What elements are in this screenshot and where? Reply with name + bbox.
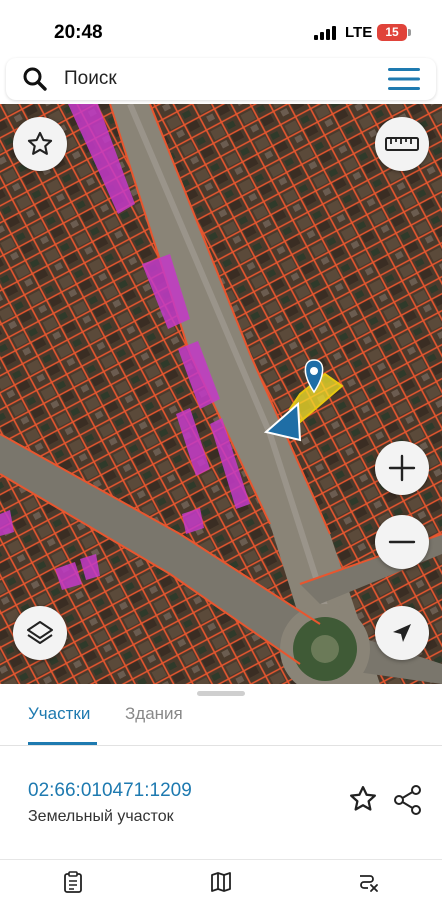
parcel-type: Земельный участок — [28, 808, 174, 825]
add-favorite-star-icon[interactable] — [348, 784, 378, 814]
clipboard-icon[interactable] — [61, 870, 85, 894]
status-time: 20:48 — [54, 22, 103, 43]
route-icon[interactable] — [356, 870, 380, 894]
signal-icon — [314, 26, 338, 40]
cadastral-number[interactable]: 02:66:010471:1209 — [28, 780, 192, 802]
battery-icon: 15 — [377, 24, 407, 41]
layers-button[interactable] — [13, 606, 67, 660]
hamburger-menu-icon[interactable] — [388, 68, 420, 90]
satellite-map[interactable] — [0, 104, 442, 684]
minus-icon — [388, 540, 416, 544]
share-icon[interactable] — [392, 784, 424, 816]
map-canvas[interactable] — [0, 104, 442, 684]
tab-plots[interactable]: Участки — [28, 704, 90, 724]
favorites-button[interactable] — [13, 117, 67, 171]
search-icon[interactable] — [22, 66, 48, 92]
star-icon — [27, 131, 53, 155]
sheet-drag-handle[interactable] — [197, 691, 245, 696]
divider — [0, 859, 442, 860]
status-bar: 20:48 LTE 15 — [0, 0, 442, 58]
tab-buildings[interactable]: Здания — [125, 704, 183, 724]
plus-icon — [388, 454, 416, 482]
ruler-icon — [385, 137, 419, 151]
tab-bar: Участки Здания — [0, 702, 442, 746]
locate-button[interactable] — [375, 606, 429, 660]
zoom-in-button[interactable] — [375, 441, 429, 495]
battery-cap — [408, 29, 411, 36]
navigation-arrow-icon — [393, 624, 411, 642]
search-input[interactable]: Поиск — [64, 68, 117, 90]
active-tab-indicator — [28, 742, 97, 745]
network-type: LTE — [345, 24, 373, 41]
search-bar[interactable]: Поиск — [6, 58, 436, 100]
layers-icon — [27, 621, 53, 644]
map-icon[interactable] — [209, 870, 233, 894]
ruler-button[interactable] — [375, 117, 429, 171]
bottom-sheet[interactable]: Участки Здания 02:66:010471:1209 Земельн… — [0, 684, 442, 900]
zoom-out-button[interactable] — [375, 515, 429, 569]
